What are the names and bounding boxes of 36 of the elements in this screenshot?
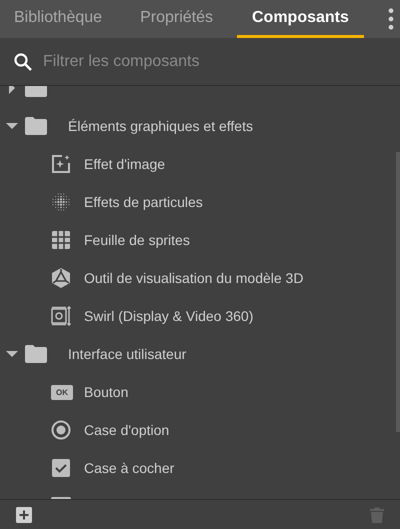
more-menu-icon[interactable] [388, 8, 394, 30]
component-item[interactable]: Effets de particules [0, 183, 400, 221]
component-item[interactable]: OK Bouton [0, 373, 400, 411]
swirl-icon [51, 306, 71, 326]
component-label: Bouton [84, 384, 128, 400]
cube-icon [51, 268, 71, 288]
folder-icon [25, 345, 47, 363]
tab[interactable]: Propriétés [126, 0, 227, 38]
sparkle-image-icon [51, 154, 71, 174]
component-label: Effets de particules [84, 194, 203, 210]
ok-button-icon: OK [51, 384, 73, 400]
folder-label: Interface utilisateur [68, 346, 186, 362]
folder-row[interactable]: Interface utilisateur [0, 335, 400, 373]
folder-icon [25, 117, 47, 135]
grid-icon [51, 230, 71, 250]
component-item[interactable]: Feuille de sprites [0, 221, 400, 259]
component-label: Swirl (Display & Video 360) [84, 308, 254, 324]
add-button[interactable] [16, 507, 32, 523]
radio-icon [51, 420, 71, 440]
component-label: Case d'option [84, 422, 170, 438]
search-icon [13, 52, 33, 72]
component-item[interactable]: Case d'option [0, 411, 400, 449]
component-label: Effet d'image [84, 156, 166, 172]
search-field[interactable]: Filtrer les composants [41, 52, 375, 72]
tab[interactable]: Composants [237, 0, 364, 38]
component-label: Outil de visualisation du modèle 3D [84, 270, 304, 286]
component-label: Case à cocher [84, 460, 174, 476]
component-item[interactable]: Outil de visualisation du modèle 3D [0, 259, 400, 297]
folder-label: Éléments graphiques et effets [68, 118, 253, 134]
component-label: Feuille de sprites [84, 232, 190, 248]
component-item[interactable]: Effet d'image [0, 145, 400, 183]
folder-row[interactable]: Éléments graphiques et effets [0, 107, 400, 145]
checkbox-icon [51, 458, 71, 478]
component-item[interactable]: Swirl (Display & Video 360) [0, 297, 400, 335]
component-item[interactable]: Case à cocher [0, 449, 400, 487]
tab[interactable]: Bibliothèque [0, 0, 116, 38]
